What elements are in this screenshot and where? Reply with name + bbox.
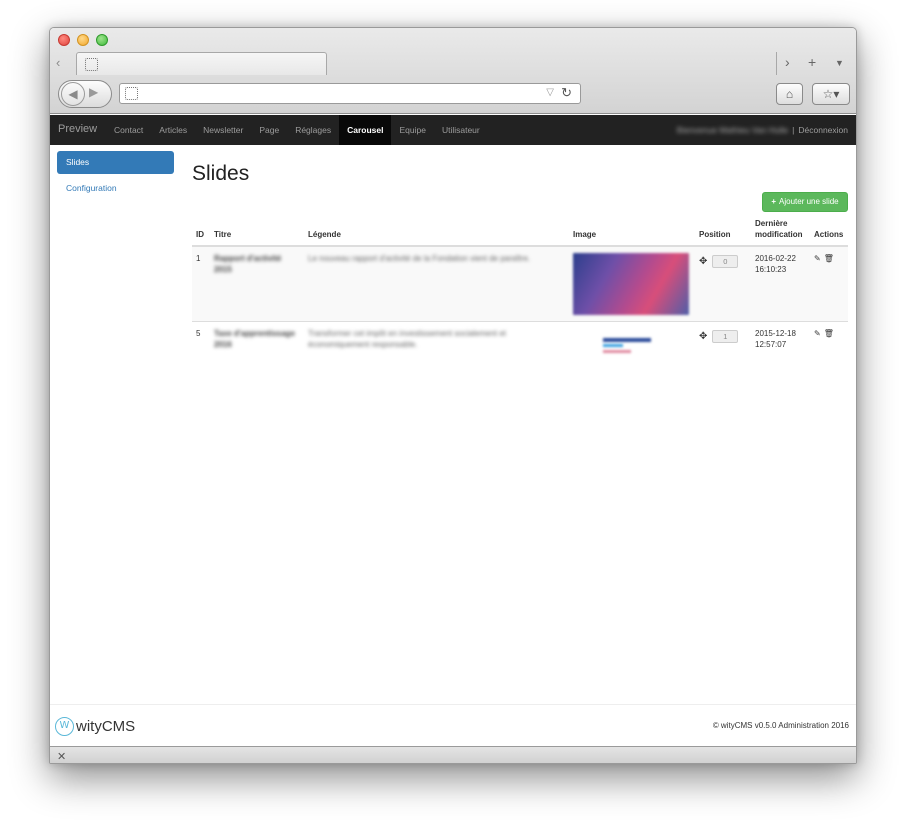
add-slide-button[interactable]: + Ajouter une slide — [762, 192, 848, 212]
slide-id: 1 — [192, 245, 210, 322]
drag-move-icon[interactable]: ✥ — [699, 331, 707, 342]
modified-date: 2015-12-18 — [755, 329, 796, 338]
nav-item-carousel[interactable]: Carousel — [339, 115, 392, 145]
column-header-title: Titre — [210, 215, 304, 247]
nav-separator: | — [792, 125, 795, 135]
slide-caption: Le nouveau rapport d'activité de la Fond… — [308, 254, 531, 263]
history-buttons: ◀ ▶ — [58, 80, 112, 108]
back-arrow-icon[interactable]: ◀ — [61, 82, 85, 106]
reload-icon[interactable]: ↻ — [561, 85, 572, 101]
position-input[interactable]: 1 — [712, 330, 739, 343]
position-input[interactable]: 0 — [712, 255, 739, 268]
modified-time: 16:10:23 — [755, 265, 787, 274]
slide-id: 5 — [192, 321, 210, 374]
modified-time: 12:57:07 — [755, 340, 787, 349]
column-header-modified: Dernière modification — [751, 215, 810, 247]
edit-icon[interactable]: ✎ — [814, 254, 821, 263]
browser-tab[interactable] — [76, 52, 327, 75]
table-header-row: ID Titre Légende Image Position Dernière… — [192, 215, 848, 247]
nav-item-contact[interactable]: Contact — [106, 115, 151, 145]
column-header-id: ID — [192, 215, 210, 247]
tab-strip: ‹ › + ▼ — [50, 52, 856, 75]
top-navbar: Preview Contact Articles Newsletter Page… — [50, 115, 856, 145]
table-row: 1 Rapport d'activité 2015 Le nouveau rap… — [192, 245, 848, 322]
page-footer: W wityCMS © wityCMS v0.5.0 Administratio… — [50, 704, 856, 746]
address-bar[interactable]: ▽ ↻ — [119, 83, 581, 104]
zoom-window-button[interactable] — [96, 34, 108, 46]
forward-arrow-icon[interactable]: ▶ — [89, 85, 98, 99]
plus-icon: + — [771, 197, 777, 206]
nav-item-articles[interactable]: Articles — [151, 115, 195, 145]
browser-toolbar: ◀ ▶ ▽ ↻ ⌂ ☆▾ — [50, 75, 856, 114]
slide-caption: Transformer cet impôt en investissement … — [308, 329, 507, 349]
bookmark-star-icon[interactable]: ☆▾ — [812, 83, 850, 105]
column-header-position: Position — [695, 215, 751, 247]
drag-move-icon[interactable]: ✥ — [699, 256, 707, 267]
address-dropdown-icon[interactable]: ▽ — [546, 87, 554, 98]
add-slide-label: Ajouter une slide — [779, 197, 839, 206]
slide-image-thumbnail — [573, 253, 689, 315]
browser-window: ‹ › + ▼ ◀ ▶ ▽ ↻ ⌂ ☆▾ Preview Contact Art… — [49, 27, 857, 764]
wity-logo-icon: W — [55, 717, 74, 736]
tab-scroll-right-icon[interactable]: › — [785, 54, 790, 70]
nav-item-newsletter[interactable]: Newsletter — [195, 115, 251, 145]
logo-text: wityCMS — [76, 718, 136, 735]
site-favicon-icon — [125, 87, 138, 100]
user-area: Bienvenue Mathieu Van Hulle | Déconnexion — [677, 115, 848, 145]
column-header-caption: Légende — [304, 215, 569, 247]
browser-chrome: ‹ › + ▼ ◀ ▶ ▽ ↻ ⌂ ☆▾ — [50, 28, 856, 114]
close-status-icon[interactable]: ✕ — [57, 750, 66, 763]
trash-icon[interactable]: 🗑 — [824, 329, 834, 338]
logout-link[interactable]: Déconnexion — [798, 125, 848, 135]
favicon-placeholder-icon — [85, 58, 98, 71]
navbar-brand[interactable]: Preview — [58, 123, 97, 135]
edit-icon[interactable]: ✎ — [814, 329, 821, 338]
new-tab-icon[interactable]: + — [808, 54, 816, 70]
slide-title: Rapport d'activité 2015 — [214, 254, 282, 274]
nav-item-page[interactable]: Page — [251, 115, 287, 145]
slide-image-thumbnail — [573, 328, 689, 368]
sidebar-item-configuration[interactable]: Configuration — [57, 177, 174, 200]
column-header-image: Image — [569, 215, 695, 247]
table-row: 5 Taxe d'apprentissage 2016 Transformer … — [192, 321, 848, 374]
close-window-button[interactable] — [58, 34, 70, 46]
witycms-logo: W wityCMS — [55, 717, 135, 736]
page-title: Slides — [192, 162, 250, 185]
browser-status-bar: ✕ — [50, 746, 856, 763]
minimize-window-button[interactable] — [77, 34, 89, 46]
slides-table: ID Titre Légende Image Position Dernière… — [192, 215, 848, 374]
sidebar: Slides Configuration — [57, 151, 174, 203]
nav-item-reglages[interactable]: Réglages — [287, 115, 339, 145]
tab-menu-chevron-down-icon[interactable]: ▼ — [835, 58, 844, 68]
home-icon[interactable]: ⌂ — [776, 83, 803, 105]
column-header-actions: Actions — [810, 215, 848, 247]
tab-scroll-left-icon[interactable]: ‹ — [56, 55, 60, 70]
modified-date: 2016-02-22 — [755, 254, 796, 263]
slide-title: Taxe d'apprentissage 2016 — [214, 329, 295, 349]
welcome-text: Bienvenue Mathieu Van Hulle — [676, 125, 789, 135]
nav-item-equipe[interactable]: Equipe — [391, 115, 433, 145]
sidebar-item-slides[interactable]: Slides — [57, 151, 174, 174]
main-menu: Contact Articles Newsletter Page Réglage… — [106, 115, 488, 145]
nav-item-utilisateur[interactable]: Utilisateur — [434, 115, 488, 145]
tab-strip-controls: › + ▼ — [776, 52, 856, 75]
trash-icon[interactable]: 🗑 — [824, 254, 834, 263]
copyright-text: © wityCMS v0.5.0 Administration 2016 — [712, 721, 849, 730]
